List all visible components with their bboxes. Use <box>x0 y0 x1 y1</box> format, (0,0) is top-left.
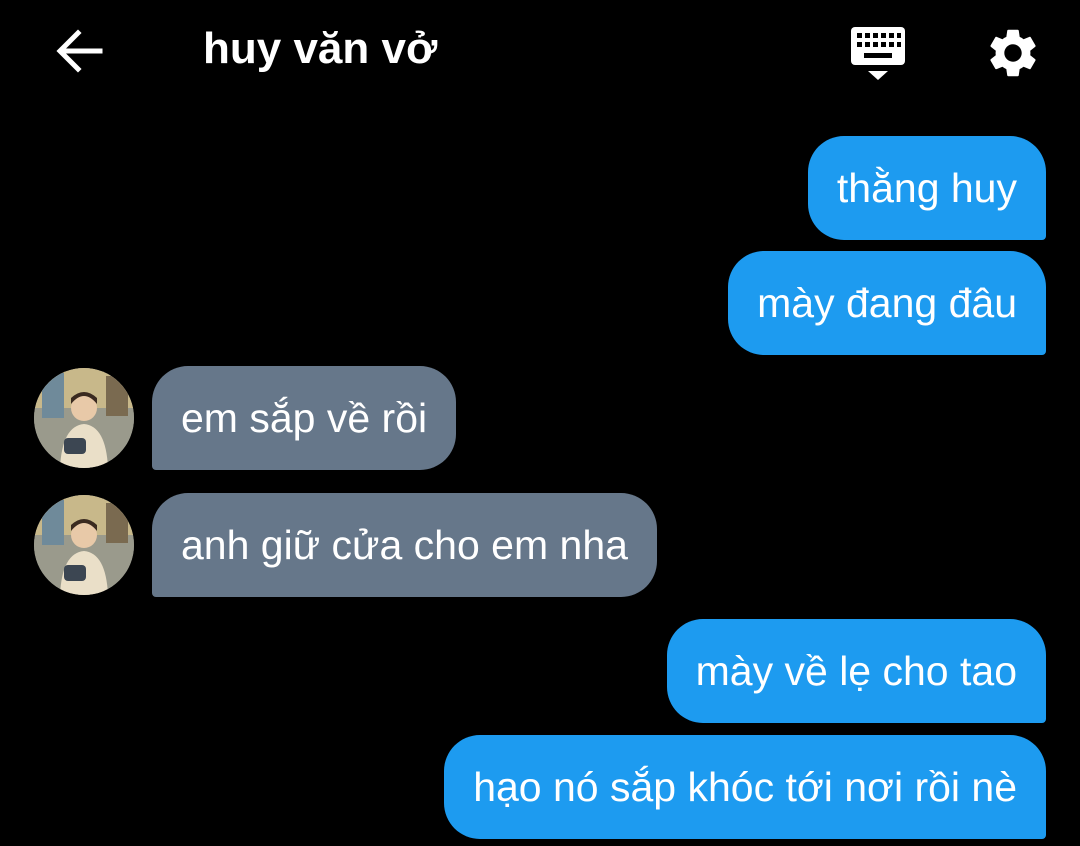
chat-header: huy văn vở <box>0 0 1080 100</box>
keyboard-button[interactable] <box>844 22 912 84</box>
message-row: hạo nó sắp khóc tới nơi rồi nè <box>0 735 1080 839</box>
settings-button[interactable] <box>980 20 1046 86</box>
sent-message-bubble[interactable]: hạo nó sắp khóc tới nơi rồi nè <box>444 735 1046 839</box>
contact-avatar[interactable] <box>34 368 134 468</box>
sent-message-bubble[interactable]: mày về lẹ cho tao <box>666 619 1046 723</box>
back-button[interactable] <box>50 22 108 80</box>
received-message-bubble[interactable]: em sắp về rồi <box>152 366 457 470</box>
chat-title: huy văn vở <box>203 24 438 73</box>
avatar-photo <box>34 495 134 595</box>
message-row: mày đang đâu <box>0 251 1080 355</box>
sent-message-bubble[interactable]: mày đang đâu <box>728 251 1046 355</box>
keyboard-icon <box>851 27 905 80</box>
message-row: mày về lẹ cho tao <box>0 619 1080 723</box>
arrow-left-icon <box>56 29 103 73</box>
sent-message-bubble[interactable]: thằng huy <box>807 136 1046 240</box>
message-row: thằng huy <box>0 136 1080 240</box>
message-row: em sắp về rồi <box>0 366 1080 470</box>
avatar-photo <box>34 368 134 468</box>
contact-avatar[interactable] <box>34 495 134 595</box>
gear-icon <box>990 29 1036 77</box>
received-message-bubble[interactable]: anh giữ cửa cho em nha <box>152 493 657 597</box>
message-row: anh giữ cửa cho em nha <box>0 493 1080 597</box>
